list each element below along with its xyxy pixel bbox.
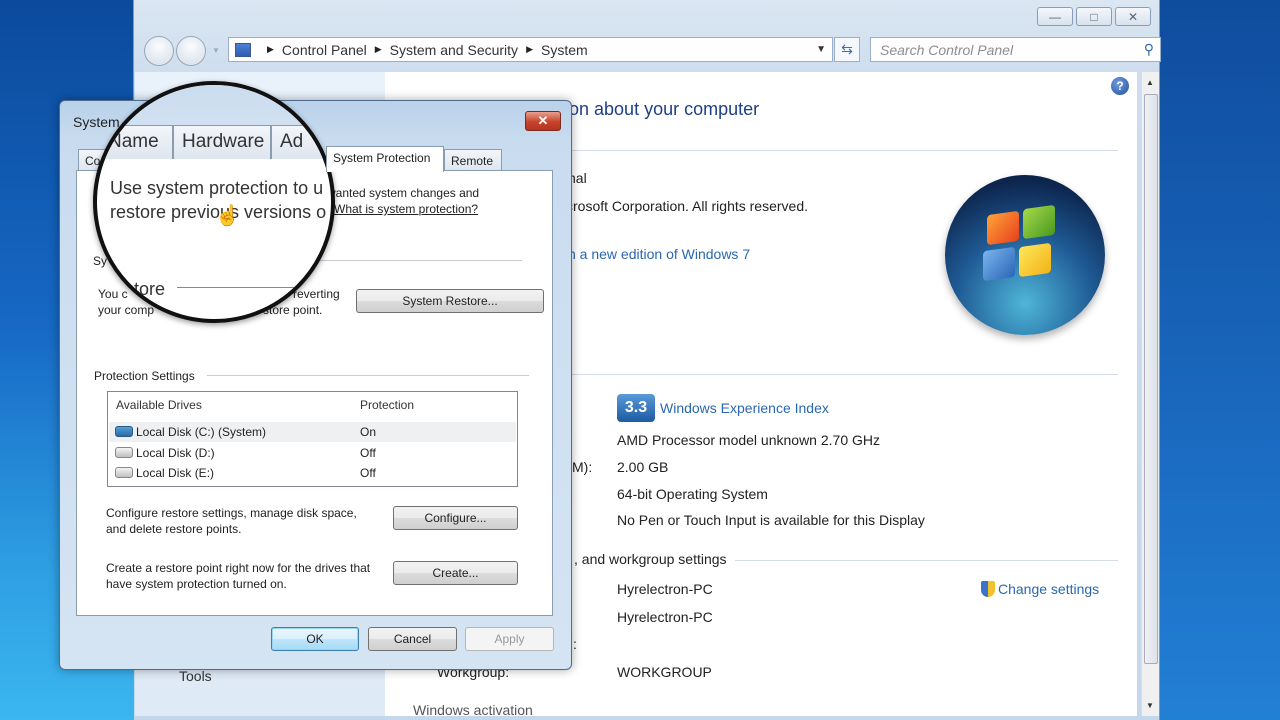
scroll-down-icon[interactable]: ▼	[1146, 701, 1154, 710]
system-type-value: 64-bit Operating System	[617, 486, 768, 502]
create-description-1: Create a restore point right now for the…	[106, 561, 371, 575]
drive-protection: On	[360, 425, 377, 439]
apply-button[interactable]: Apply	[465, 627, 554, 651]
logo-flag-blue	[983, 246, 1015, 282]
help-icon[interactable]: ?	[1111, 77, 1129, 95]
forward-button[interactable]	[176, 36, 206, 66]
recent-pages-dropdown-icon[interactable]: ▼	[212, 46, 220, 55]
refresh-button[interactable]: ⇆	[834, 37, 860, 62]
computer-name-section-heading: , and workgroup settings	[574, 551, 727, 567]
magnified-group-divider	[177, 287, 331, 288]
ram-value: 2.00 GB	[617, 459, 669, 475]
table-row[interactable]: Local Disk (E:) Off	[109, 463, 516, 483]
breadcrumb-control-panel[interactable]: Control Panel	[282, 42, 367, 58]
drive-icon	[115, 447, 133, 458]
breadcrumb-system[interactable]: System	[541, 42, 588, 58]
group-divider	[207, 375, 529, 376]
logo-flag-red	[987, 210, 1019, 246]
windows-logo	[945, 175, 1105, 335]
magnified-restore-text: store	[125, 279, 166, 299]
restore-description-2a: your comp	[98, 303, 155, 317]
processor-value: AMD Processor model unknown 2.70 GHz	[617, 432, 880, 448]
scroll-up-icon[interactable]: ▲	[1146, 78, 1154, 87]
minimize-button[interactable]: —	[1037, 7, 1073, 26]
ram-label: M):	[572, 459, 593, 475]
wei-link[interactable]: Windows Experience Index	[660, 400, 829, 416]
table-row[interactable]: Local Disk (D:) Off	[109, 443, 516, 463]
breadcrumb-arrow-icon[interactable]: ▶	[375, 44, 382, 55]
group-divider	[317, 260, 522, 261]
search-placeholder: Search Control Panel	[880, 41, 1014, 58]
column-header-available-drives[interactable]: Available Drives	[116, 398, 202, 412]
magnified-intro-line-1: Use system protection to u	[110, 178, 324, 198]
configure-description-1: Configure restore settings, manage disk …	[106, 506, 357, 520]
pen-touch-value: No Pen or Touch Input is available for t…	[617, 512, 925, 528]
address-bar[interactable]: ▶ Control Panel ▶ System and Security ▶ …	[228, 37, 833, 62]
create-button[interactable]: Create...	[393, 561, 518, 585]
restore-description-1a: You c	[98, 287, 128, 301]
full-computer-name-value: Hyrelectron-PC	[617, 609, 713, 625]
system-restore-button[interactable]: System Restore...	[356, 289, 544, 313]
what-is-system-protection-link[interactable]: What is system protection?	[334, 201, 478, 217]
computer-name-value: Hyrelectron-PC	[617, 581, 713, 597]
drive-protection: Off	[360, 466, 376, 480]
magnified-tab-computer-name: Name	[99, 125, 173, 159]
address-dropdown-icon[interactable]: ▼	[816, 44, 826, 55]
uac-shield-icon	[981, 581, 995, 597]
wei-score-badge[interactable]: 3.3	[617, 394, 655, 422]
breadcrumb-arrow-icon[interactable]: ▶	[267, 44, 274, 55]
maximize-button[interactable]: □	[1076, 7, 1112, 26]
breadcrumb-arrow-icon[interactable]: ▶	[526, 44, 533, 55]
system-drive-icon	[115, 426, 133, 437]
description-label: :	[573, 636, 577, 652]
drive-protection: Off	[360, 446, 376, 460]
create-description-2: have system protection turned on.	[106, 577, 287, 591]
logo-flag-green	[1023, 204, 1055, 240]
intro-text: wanted system changes and	[327, 186, 480, 200]
ok-button[interactable]: OK	[271, 627, 359, 651]
magnifier-lens: Name Hardware Ad Use system protection t…	[93, 81, 335, 323]
page-title: tion about your computer	[560, 99, 760, 119]
desktop-background	[1160, 0, 1280, 720]
hand-cursor-icon: ☝	[215, 205, 240, 227]
workgroup-value: WORKGROUP	[617, 664, 712, 680]
close-button[interactable]: ✕	[1115, 7, 1151, 26]
back-button[interactable]	[144, 36, 174, 66]
logo-flag-yellow	[1019, 242, 1051, 278]
drive-name: Local Disk (D:)	[136, 446, 215, 460]
magnified-tab-hardware: Hardware	[173, 125, 271, 159]
control-panel-icon	[235, 42, 251, 57]
tab-remote[interactable]: Remote	[444, 149, 502, 171]
configure-button[interactable]: Configure...	[393, 506, 518, 530]
search-input[interactable]: Search Control Panel ⚲	[870, 37, 1161, 62]
change-settings-link[interactable]: Change settings	[981, 581, 1099, 597]
restore-description-1b: reverting	[293, 287, 340, 301]
divider	[735, 560, 1118, 561]
drive-name: Local Disk (C:) (System)	[136, 425, 267, 439]
upgrade-edition-link[interactable]: h a new edition of Windows 7	[568, 246, 750, 262]
tab-system-protection[interactable]: System Protection	[326, 146, 444, 172]
configure-description-2: and delete restore points.	[106, 522, 242, 536]
navigation-bar: ▼ ▶ Control Panel ▶ System and Security …	[144, 36, 1161, 66]
drive-name: Local Disk (E:)	[136, 466, 215, 480]
breadcrumb-system-and-security[interactable]: System and Security	[390, 42, 518, 58]
drives-table: Available Drives Protection Local Disk (…	[107, 391, 518, 487]
activation-heading: Windows activation	[413, 702, 533, 716]
protection-settings-label: Protection Settings	[94, 369, 195, 383]
dialog-close-button[interactable]: ✕	[525, 111, 561, 131]
copyright-text: crosoft Corporation. All rights reserved…	[566, 198, 808, 214]
table-row[interactable]: Local Disk (C:) (System) On	[109, 422, 516, 442]
change-settings-label: Change settings	[998, 581, 1100, 597]
see-also-tools-label: Tools	[179, 668, 212, 684]
window-controls: — □ ✕	[1037, 7, 1151, 26]
cancel-button[interactable]: Cancel	[368, 627, 457, 651]
magnified-tabs: Name Hardware Ad	[97, 85, 331, 159]
column-header-protection[interactable]: Protection	[360, 398, 414, 412]
scroll-thumb[interactable]	[1144, 94, 1158, 664]
search-icon[interactable]: ⚲	[1144, 41, 1154, 58]
drive-icon	[115, 467, 133, 478]
vertical-scrollbar[interactable]: ▲ ▼	[1141, 72, 1159, 716]
